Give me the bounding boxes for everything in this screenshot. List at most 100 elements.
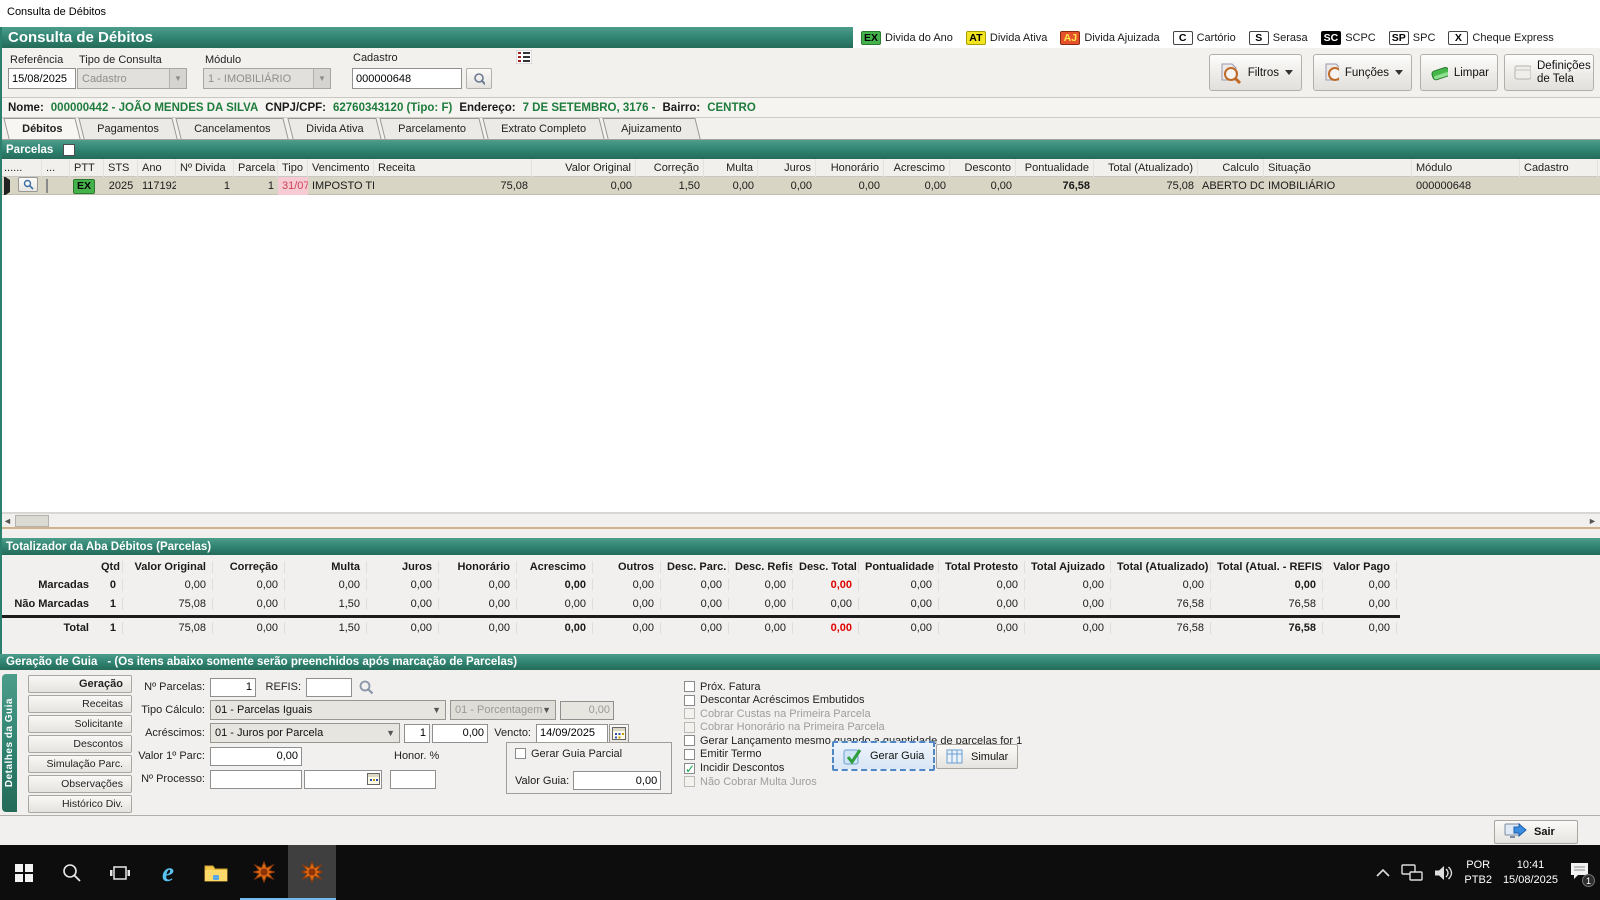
prox-fatura-checkbox[interactable] xyxy=(684,681,695,692)
bairro-value: CENTRO xyxy=(707,102,756,114)
acrescimo-qtd-input[interactable] xyxy=(404,724,430,743)
chevron-up-icon[interactable] xyxy=(1376,868,1390,877)
col-header: Juros xyxy=(758,159,816,177)
app-button-2[interactable] xyxy=(288,845,336,900)
cell-multa: 1,50 xyxy=(636,177,704,195)
limpar-button[interactable]: Limpar xyxy=(1420,54,1498,91)
sair-button[interactable]: Sair xyxy=(1494,820,1578,844)
acrescimos-select[interactable]: 01 - Juros por Parcela▼ xyxy=(210,723,400,743)
col-header: Módulo xyxy=(1412,159,1520,177)
time: 10:41 xyxy=(1503,858,1558,872)
simular-button[interactable]: Simular xyxy=(936,744,1018,769)
tot-col: Total Protesto xyxy=(939,561,1025,573)
col-header: Receita xyxy=(374,159,532,177)
incidir-descontos-checkbox[interactable] xyxy=(684,763,695,774)
screen: Consulta de Débitos Consulta de Débitos … xyxy=(0,0,1600,900)
gerar-lancamento-checkbox[interactable] xyxy=(684,735,695,746)
valor-guia-input[interactable] xyxy=(573,771,661,790)
table-row[interactable]: EX 2025 117192 1 1 31/07/2025 IMPOSTO TE… xyxy=(0,177,1600,195)
endereco-label: Endereço: xyxy=(459,102,515,114)
tab-extrato-completo[interactable]: Extrato Completo xyxy=(482,118,604,139)
legend-item: XCheque Express xyxy=(1448,31,1553,45)
n-processo-input[interactable] xyxy=(210,770,302,789)
language-indicator[interactable]: POR PTB2 xyxy=(1464,858,1492,887)
col-header: Calculo xyxy=(1198,159,1264,177)
tipo-calculo-select[interactable]: 01 - Parcelas Iguais▼ xyxy=(210,700,446,720)
horizontal-scrollbar[interactable]: ◄ ► xyxy=(0,513,1600,527)
search-icon xyxy=(62,863,82,883)
tab-parcelamento[interactable]: Parcelamento xyxy=(379,118,484,139)
calc-grid-icon xyxy=(946,749,965,765)
col-header: Tipo xyxy=(278,159,308,177)
modulo-label: Módulo xyxy=(205,54,241,66)
cobrar-honorario-checkbox xyxy=(684,722,695,733)
row-detail-button[interactable] xyxy=(18,177,38,192)
list-icon[interactable] xyxy=(516,50,532,67)
referencia-input[interactable] xyxy=(8,68,76,89)
calendar-icon[interactable] xyxy=(367,773,380,788)
chevron-down-icon: ▼ xyxy=(313,69,330,88)
app-button-1[interactable] xyxy=(240,845,288,900)
file-explorer-button[interactable] xyxy=(192,845,240,900)
cadastro-input[interactable] xyxy=(352,68,462,89)
calendar-icon[interactable] xyxy=(609,724,629,743)
valor-1parc-input[interactable] xyxy=(210,747,302,766)
scroll-left-icon[interactable]: ◄ xyxy=(1,515,14,527)
nav-solicitante-button[interactable]: Solicitante xyxy=(28,715,132,733)
col-header: Correção xyxy=(636,159,704,177)
nav-historico-button[interactable]: Histórico Div. xyxy=(28,795,132,813)
clock[interactable]: 10:41 15/08/2025 xyxy=(1503,858,1558,887)
legend-item: SCSCPC xyxy=(1321,31,1376,45)
definicoes-tela-button[interactable]: Definições de Tela xyxy=(1504,54,1594,91)
start-button[interactable] xyxy=(0,845,48,900)
legend-label: Cartório xyxy=(1197,32,1236,44)
notification-badge: 1 xyxy=(1582,874,1595,887)
select-all-checkbox[interactable] xyxy=(63,144,75,156)
parcelas-title: Parcelas xyxy=(6,144,53,156)
taskbar-search-button[interactable] xyxy=(48,845,96,900)
parcelas-grid: ...... ... PTT STS Ano Nº Divida Parcela… xyxy=(0,159,1600,513)
total-separator xyxy=(0,615,1400,618)
tab-pagamentos[interactable]: Pagamentos xyxy=(79,118,178,139)
chevron-down-icon: ▼ xyxy=(169,69,186,88)
emitir-termo-checkbox[interactable] xyxy=(684,749,695,760)
task-view-button[interactable] xyxy=(96,845,144,900)
nav-simulacao-button[interactable]: Simulação Parc. xyxy=(28,755,132,773)
honor-input[interactable] xyxy=(390,770,436,789)
funcoes-button[interactable]: Funções xyxy=(1313,54,1412,91)
tab-debitos[interactable]: Débitos xyxy=(3,118,81,139)
gerar-guia-button[interactable]: Gerar Guia xyxy=(832,741,935,771)
option-row: Próx. Fatura xyxy=(684,680,1022,693)
scroll-right-icon[interactable]: ► xyxy=(1586,515,1599,527)
speaker-icon[interactable] xyxy=(1434,865,1453,881)
nav-geracao-button[interactable]: Geração xyxy=(28,675,132,693)
col-header: STS xyxy=(104,159,138,177)
tab-cancelamentos[interactable]: Cancelamentos xyxy=(175,118,289,139)
notification-center-button[interactable]: 1 xyxy=(1569,862,1590,883)
acrescimo-valor-input[interactable] xyxy=(432,724,488,743)
refis-search-icon[interactable] xyxy=(356,678,376,697)
nav-observacoes-button[interactable]: Observações xyxy=(28,775,132,793)
cobrar-custas-checkbox xyxy=(684,708,695,719)
detalhes-da-guia-tab[interactable]: Detalhes da Guia xyxy=(2,674,17,812)
filtros-button[interactable]: Filtros xyxy=(1209,54,1302,91)
col-header: ...... xyxy=(0,159,42,177)
cadastro-search-button[interactable] xyxy=(466,68,492,89)
gerar-guia-parcial-checkbox[interactable] xyxy=(515,748,526,759)
refis-input[interactable] xyxy=(306,678,352,697)
nav-descontos-button[interactable]: Descontos xyxy=(28,735,132,753)
network-icon[interactable] xyxy=(1401,864,1423,881)
tipo-calculo-label: Tipo Cálculo: xyxy=(138,704,210,716)
descontar-acrescimos-checkbox[interactable] xyxy=(684,695,695,706)
nao-cobrar-multa-checkbox xyxy=(684,776,695,787)
vencto-input[interactable] xyxy=(536,724,608,743)
scrollbar-thumb[interactable] xyxy=(15,515,49,527)
guia-title-bar: Geração de Guia - (Os itens abaixo somen… xyxy=(0,654,1600,670)
n-parcelas-input[interactable] xyxy=(210,678,256,697)
tab-divida-ativa[interactable]: Divida Ativa xyxy=(287,118,382,139)
nav-receitas-button[interactable]: Receitas xyxy=(28,695,132,713)
internet-explorer-button[interactable]: e xyxy=(144,845,192,900)
tab-ajuizamento[interactable]: Ajuizamento xyxy=(602,118,700,139)
search-icon xyxy=(473,72,485,86)
row-checkbox[interactable] xyxy=(46,179,48,193)
